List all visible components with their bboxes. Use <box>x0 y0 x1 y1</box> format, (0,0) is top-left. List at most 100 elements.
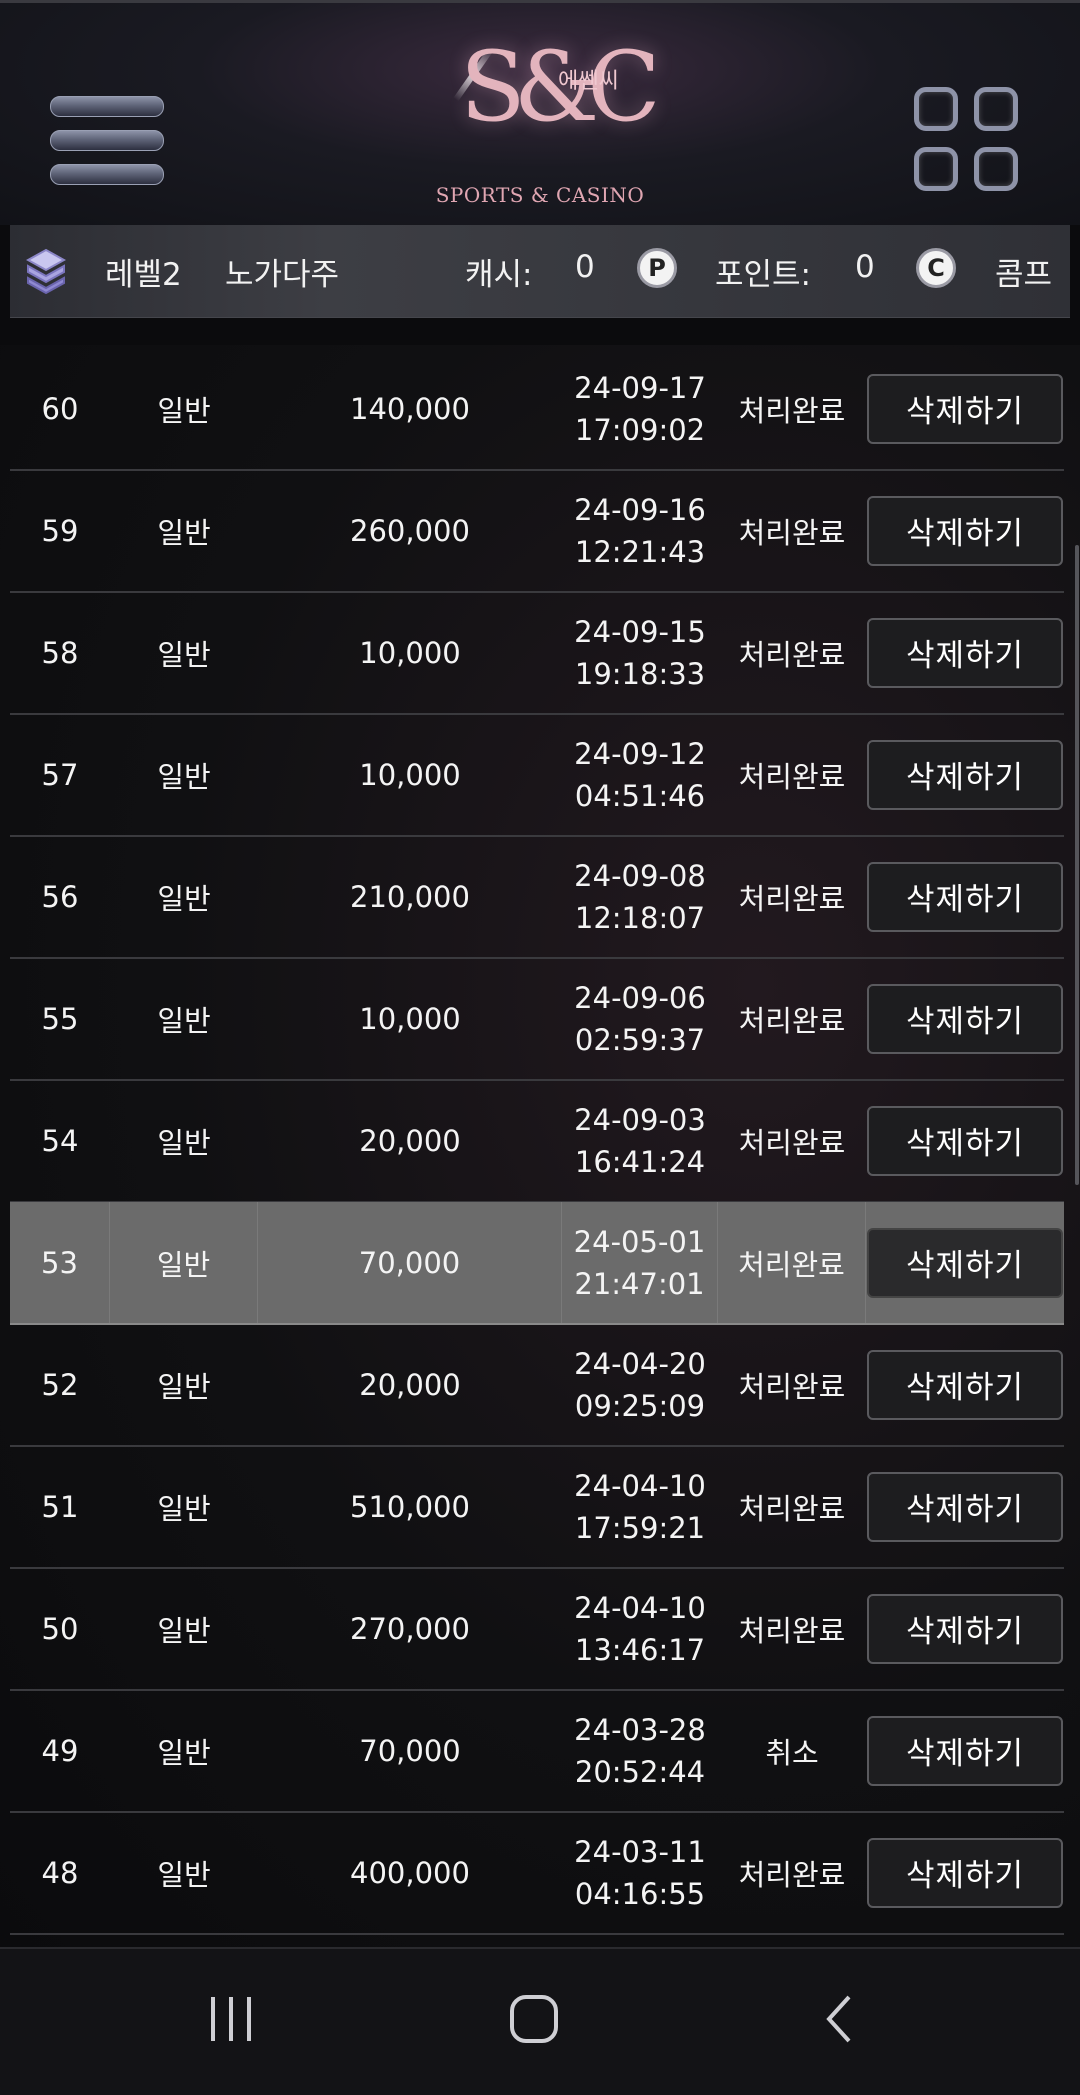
logo-mark: S&C <box>460 31 661 143</box>
row-action-cell: 삭제하기 <box>866 592 1064 713</box>
row-action-cell: 삭제하기 <box>866 714 1064 835</box>
row-action-cell: 삭제하기 <box>866 1446 1064 1567</box>
row-number: 48 <box>41 1855 79 1890</box>
table-row[interactable]: 58 일반 10,000 24-09-15 19:18:33 처리완료 삭제하기 <box>10 592 1064 715</box>
row-type: 일반 <box>157 1613 211 1648</box>
row-time: 19:18:33 <box>574 656 706 691</box>
table-row[interactable]: 50 일반 270,000 24-04-10 13:46:17 처리완료 삭제하기 <box>10 1568 1064 1691</box>
delete-button[interactable]: 삭제하기 <box>867 1593 1063 1664</box>
table-row[interactable]: 57 일반 10,000 24-09-12 04:51:46 처리완료 삭제하기 <box>10 714 1064 837</box>
row-status: 처리완료 <box>738 637 846 672</box>
row-datetime: 24-04-10 17:59:21 <box>562 1446 718 1567</box>
table-row[interactable]: 59 일반 260,000 24-09-16 12:21:43 처리완료 삭제하기 <box>10 470 1064 593</box>
recent-apps-icon[interactable] <box>205 1993 257 2045</box>
table-row[interactable]: 49 일반 70,000 24-03-28 20:52:44 취소 삭제하기 <box>10 1690 1064 1813</box>
level-gem-icon <box>26 248 66 294</box>
row-datetime: 24-09-15 19:18:33 <box>562 592 718 713</box>
username[interactable]: 노가다주 <box>225 249 339 294</box>
user-level: 레벨2 <box>105 257 182 293</box>
table-row[interactable]: 52 일반 20,000 24-04-20 09:25:09 처리완료 삭제하기 <box>10 1324 1064 1447</box>
delete-button[interactable]: 삭제하기 <box>867 1227 1063 1298</box>
row-action-cell: 삭제하기 <box>866 958 1064 1079</box>
delete-button[interactable]: 삭제하기 <box>867 1349 1063 1420</box>
delete-button[interactable]: 삭제하기 <box>867 1837 1063 1908</box>
history-table: 60 일반 140,000 24-09-17 17:09:02 처리완료 삭제하기 59 일반 2… <box>0 345 1080 1947</box>
row-status: 처리완료 <box>738 1003 846 1038</box>
row-datetime: 24-04-20 09:25:09 <box>562 1324 718 1445</box>
row-date: 24-09-16 <box>574 492 706 527</box>
comp-label[interactable]: 콤프 <box>995 249 1052 294</box>
scrollbar[interactable] <box>1075 545 1079 1185</box>
row-amount: 400,000 <box>350 1855 470 1890</box>
row-type: 일반 <box>157 1003 211 1038</box>
row-number: 49 <box>41 1733 79 1768</box>
delete-button[interactable]: 삭제하기 <box>867 739 1063 810</box>
row-number: 52 <box>41 1367 79 1402</box>
row-time: 21:47:01 <box>574 1266 705 1301</box>
row-action-cell: 삭제하기 <box>866 348 1064 469</box>
row-number: 56 <box>41 879 79 914</box>
row-time: 04:16:55 <box>574 1876 706 1911</box>
row-date: 24-09-12 <box>574 736 706 771</box>
row-status: 취소 <box>765 1735 819 1770</box>
row-type: 일반 <box>110 1202 258 1323</box>
row-amount: 10,000 <box>359 635 461 670</box>
row-amount: 10,000 <box>359 757 461 792</box>
delete-button[interactable]: 삭제하기 <box>867 617 1063 688</box>
row-time: 04:51:46 <box>574 778 706 813</box>
row-action-cell: 삭제하기 <box>866 1202 1064 1323</box>
row-datetime: 24-09-08 12:18:07 <box>562 836 718 957</box>
grid-menu-icon[interactable] <box>914 87 1030 199</box>
hamburger-menu-icon[interactable] <box>50 96 164 188</box>
delete-button[interactable]: 삭제하기 <box>867 983 1063 1054</box>
row-status: 처리완료 <box>738 881 846 916</box>
site-logo[interactable]: S&C 에쎈씨 SPORTS & CASINO <box>430 21 661 211</box>
row-time: 13:46:17 <box>574 1632 706 1667</box>
row-number: 55 <box>41 1001 79 1036</box>
delete-button[interactable]: 삭제하기 <box>867 1105 1063 1176</box>
delete-button[interactable]: 삭제하기 <box>867 1715 1063 1786</box>
user-info-bar: 레벨2 노가다주 캐시: 0 P 포인트: 0 C 콤프 <box>10 225 1070 318</box>
row-time: 17:59:21 <box>574 1510 706 1545</box>
row-time: 12:18:07 <box>574 900 706 935</box>
table-row[interactable]: 55 일반 10,000 24-09-06 02:59:37 처리완료 삭제하기 <box>10 958 1064 1081</box>
delete-button[interactable]: 삭제하기 <box>867 861 1063 932</box>
delete-button[interactable]: 삭제하기 <box>867 373 1063 444</box>
row-date: 24-03-11 <box>574 1834 706 1869</box>
delete-button[interactable]: 삭제하기 <box>867 1471 1063 1542</box>
row-type: 일반 <box>157 1735 211 1770</box>
row-date: 24-09-08 <box>574 858 706 893</box>
table-row[interactable]: 54 일반 20,000 24-09-03 16:41:24 처리완료 삭제하기 <box>10 1080 1064 1203</box>
table-row[interactable]: 51 일반 510,000 24-04-10 17:59:21 처리완료 삭제하기 <box>10 1446 1064 1569</box>
row-amount: 20,000 <box>359 1123 461 1158</box>
row-datetime: 24-03-28 20:52:44 <box>562 1690 718 1811</box>
row-type: 일반 <box>157 637 211 672</box>
row-action-cell: 삭제하기 <box>866 1324 1064 1445</box>
row-number: 53 <box>10 1202 110 1323</box>
row-date: 24-04-10 <box>574 1590 706 1625</box>
row-datetime: 24-03-11 04:16:55 <box>562 1812 718 1933</box>
row-datetime: 24-05-01 21:47:01 <box>562 1202 718 1323</box>
point-coin-icon[interactable]: P <box>637 248 677 288</box>
row-time: 02:59:37 <box>574 1022 706 1057</box>
cash-value: 0 <box>575 249 595 285</box>
top-header: S&C 에쎈씨 SPORTS & CASINO <box>0 0 1080 225</box>
row-date: 24-04-10 <box>574 1468 706 1503</box>
delete-button[interactable]: 삭제하기 <box>867 495 1063 566</box>
back-icon[interactable] <box>815 1993 867 2045</box>
table-row[interactable]: 56 일반 210,000 24-09-08 12:18:07 처리완료 삭제하기 <box>10 836 1064 959</box>
table-row[interactable]: 48 일반 400,000 24-03-11 04:16:55 처리완료 삭제하기 <box>10 1812 1064 1935</box>
row-date: 24-09-03 <box>574 1102 706 1137</box>
row-number: 50 <box>41 1611 79 1646</box>
row-action-cell: 삭제하기 <box>866 836 1064 957</box>
comp-coin-icon[interactable]: C <box>916 248 956 288</box>
row-action-cell: 삭제하기 <box>866 1080 1064 1201</box>
home-icon[interactable] <box>508 1993 560 2045</box>
row-number: 51 <box>41 1489 79 1524</box>
row-type: 일반 <box>157 1491 211 1526</box>
row-number: 59 <box>41 513 79 548</box>
row-type: 일반 <box>157 1369 211 1404</box>
table-row[interactable]: 53 일반 70,000 24-05-01 21:47:01 처리완료 삭제하기 <box>10 1202 1064 1325</box>
table-row[interactable]: 60 일반 140,000 24-09-17 17:09:02 처리완료 삭제하기 <box>10 348 1064 471</box>
row-status: 처리완료 <box>718 1202 866 1323</box>
